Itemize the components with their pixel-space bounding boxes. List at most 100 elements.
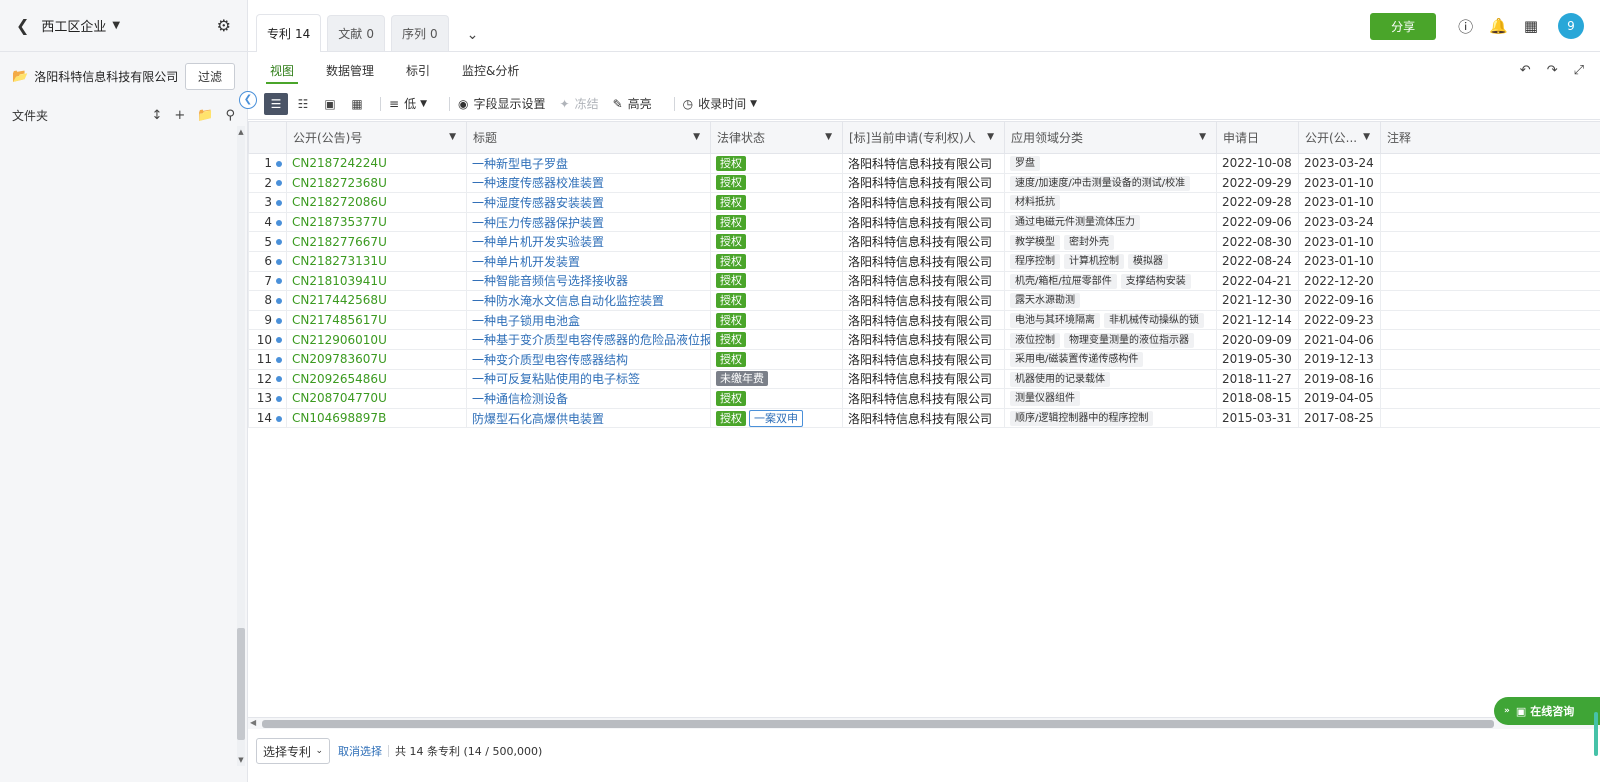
gear-icon[interactable]: ⚙	[217, 16, 231, 35]
field-chip[interactable]: 测量仪器组件	[1010, 391, 1080, 407]
patent-title[interactable]: 一种防水淹水文信息自动化监控装置	[466, 290, 711, 311]
cancel-selection-link[interactable]: 取消选择	[338, 743, 382, 759]
row-number[interactable]: 4	[248, 211, 287, 233]
column-header[interactable]: 申请日	[1216, 121, 1299, 154]
patent-title[interactable]: 一种新型电子罗盘	[466, 153, 711, 174]
share-button[interactable]: 分享	[1370, 12, 1437, 40]
publication-number[interactable]: CN218103941U	[286, 270, 467, 292]
publication-number[interactable]: CN212906010U	[286, 329, 467, 350]
undo-icon[interactable]: ↶	[1520, 63, 1531, 78]
field-display-settings-button[interactable]: ◉ 字段显示设置	[458, 95, 546, 112]
highlight-button[interactable]: ✎ 高亮	[613, 95, 652, 112]
scroll-up-icon[interactable]: ▲	[237, 128, 245, 136]
sidebar-scrollbar[interactable]: ▲ ▼	[237, 126, 245, 766]
fullscreen-icon[interactable]: ⤢	[1574, 63, 1584, 78]
collapse-sidebar-button[interactable]: ❮	[239, 91, 257, 109]
detail-view-icon[interactable]: ☷	[291, 93, 315, 115]
horizontal-scrollbar[interactable]: ◀	[248, 717, 1600, 729]
field-chip[interactable]: 物理变量测量的液位指示器	[1064, 332, 1194, 348]
caret-down-icon[interactable]: ▼	[693, 132, 700, 142]
row-number[interactable]: 6	[248, 250, 287, 272]
caret-down-icon[interactable]: ▼	[987, 132, 994, 142]
annotation-cell[interactable]	[1380, 172, 1600, 194]
annotation-cell[interactable]	[1380, 407, 1600, 429]
patent-title[interactable]: 一种基于变介质型电容传感器的危险品液位报	[466, 329, 711, 350]
company-name[interactable]: 洛阳科特信息科技有限公司	[34, 68, 178, 85]
annotation-cell[interactable]	[1380, 153, 1600, 174]
table-row[interactable]: 1 CN218724224U 一种新型电子罗盘 授权 洛阳科特信息科技有限公司 罗盘 202…	[248, 153, 1600, 174]
publication-number[interactable]: CN218273131U	[286, 250, 467, 272]
row-number[interactable]: 5	[248, 231, 287, 252]
row-number[interactable]: 2	[248, 172, 287, 194]
scroll-thumb[interactable]	[237, 628, 245, 740]
patent-title[interactable]: 防爆型石化高爆供电装置	[466, 407, 711, 429]
table-row[interactable]: 12 CN209265486U 一种可反复粘贴使用的电子标签 未缴年费 洛阳科特信息科技…	[248, 368, 1600, 390]
online-consult-button[interactable]: » ▣ 在线咨询	[1494, 697, 1600, 725]
filter-button[interactable]: 过滤	[184, 62, 235, 90]
select-patents-dropdown[interactable]: 选择专利 ⌄	[256, 738, 330, 764]
field-chip[interactable]: 支撑结构安装	[1120, 273, 1191, 289]
caret-down-icon[interactable]: ▼	[1199, 132, 1206, 142]
row-number[interactable]: 11	[248, 348, 287, 370]
column-header[interactable]: 法律状态 ▼	[710, 121, 843, 154]
subtab-data-management[interactable]: 数据管理	[326, 52, 374, 88]
field-chip[interactable]: 教学模型	[1010, 234, 1060, 250]
patent-title[interactable]: 一种智能音频信号选择接收器	[466, 270, 711, 292]
subtab-monitor-analysis[interactable]: 监控&分析	[462, 52, 519, 88]
table-row[interactable]: 4 CN218735377U 一种压力传感器保护装置 授权 洛阳科特信息科技有限公司 通过…	[248, 211, 1600, 233]
image-view-icon[interactable]: ▣	[318, 93, 342, 115]
field-chip[interactable]: 材料抵抗	[1010, 195, 1060, 211]
plus-icon[interactable]: +	[174, 108, 185, 123]
column-header[interactable]: 公开(公告)号 ▼	[286, 121, 467, 154]
table-row[interactable]: 13 CN208704770U 一种通信检测设备 授权 洛阳科特信息科技有限公司 测量仪器…	[248, 388, 1600, 409]
row-number[interactable]: 14	[248, 407, 287, 429]
subtab-view[interactable]: 视图	[265, 52, 299, 88]
field-chip[interactable]: 计算机控制	[1064, 254, 1124, 270]
field-chip[interactable]: 非机械传动操纵的锁	[1104, 313, 1204, 329]
row-number[interactable]: 7	[248, 270, 287, 292]
caret-down-icon[interactable]: ▼	[112, 20, 120, 31]
table-row[interactable]: 9 CN217485617U 一种电子锁用电池盒 授权 洛阳科特信息科技有限公司 电池与其…	[248, 309, 1600, 331]
annotation-cell[interactable]	[1380, 329, 1600, 350]
row-number[interactable]: 1	[248, 153, 287, 174]
publication-number[interactable]: CN218724224U	[286, 153, 467, 174]
publication-number[interactable]: CN218277667U	[286, 231, 467, 252]
table-row[interactable]: 7 CN218103941U 一种智能音频信号选择接收器 授权 洛阳科特信息科技有限公司…	[248, 270, 1600, 292]
annotation-cell[interactable]	[1380, 290, 1600, 311]
column-header[interactable]: [标]当前申请(专利权)人 ▼	[842, 121, 1005, 154]
row-number[interactable]: 13	[248, 388, 287, 409]
field-chip[interactable]: 密封外壳	[1064, 234, 1114, 250]
chevron-down-icon[interactable]: ⌄	[467, 27, 479, 43]
subtab-indexing[interactable]: 标引	[406, 52, 430, 88]
table-row[interactable]: 2 CN218272368U 一种速度传感器校准装置 授权 洛阳科特信息科技有限公司 速度…	[248, 172, 1600, 194]
table-row[interactable]: 6 CN218273131U 一种单片机开发装置 授权 洛阳科特信息科技有限公司 程序控制…	[248, 250, 1600, 272]
apps-grid-icon[interactable]: ▦	[1524, 17, 1538, 35]
row-number[interactable]: 9	[248, 309, 287, 331]
annotation-cell[interactable]	[1380, 348, 1600, 370]
field-chip[interactable]: 机器使用的记录载体	[1010, 371, 1110, 387]
publication-number[interactable]: CN209783607U	[286, 348, 467, 370]
column-header[interactable]: 应用领域分类 ▼	[1004, 121, 1217, 154]
table-row[interactable]: 5 CN218277667U 一种单片机开发实验装置 授权 洛阳科特信息科技有限公司 教学…	[248, 231, 1600, 252]
annotation-cell[interactable]	[1380, 231, 1600, 252]
row-number[interactable]: 10	[248, 329, 287, 350]
publication-number[interactable]: CN208704770U	[286, 388, 467, 409]
field-chip[interactable]: 罗盘	[1010, 156, 1040, 172]
table-row[interactable]: 14 CN104698897B 防爆型石化高爆供电装置 授权 一案双申 洛阳科特信息科技有…	[248, 407, 1600, 429]
column-header[interactable]: 公开(公... ▼	[1298, 121, 1381, 154]
freeze-button[interactable]: ✦ 冻结	[560, 95, 599, 112]
publication-number[interactable]: CN217485617U	[286, 309, 467, 331]
table-row[interactable]: 10 CN212906010U 一种基于变介质型电容传感器的危险品液位报 授权 洛阳科特…	[248, 329, 1600, 350]
caret-down-icon[interactable]: ▼	[1363, 132, 1370, 142]
list-view-icon[interactable]: ☰	[264, 92, 288, 115]
field-chip[interactable]: 程序控制	[1010, 254, 1060, 270]
help-icon[interactable]: ⓘ	[1458, 16, 1473, 37]
search-icon[interactable]: ⚲	[225, 108, 235, 123]
patent-title[interactable]: 一种压力传感器保护装置	[466, 211, 711, 233]
field-chip[interactable]: 电池与其环境隔离	[1010, 313, 1100, 329]
scroll-down-icon[interactable]: ▼	[237, 756, 245, 764]
field-chip[interactable]: 顺序/逻辑控制器中的程序控制	[1010, 411, 1154, 427]
field-chip[interactable]: 速度/加速度/冲击测量设备的测试/校准	[1010, 175, 1191, 191]
table-row[interactable]: 8 CN217442568U 一种防水淹水文信息自动化监控装置 授权 洛阳科特信息科技有…	[248, 290, 1600, 311]
tab-patent[interactable]: 专利 14	[256, 14, 322, 52]
